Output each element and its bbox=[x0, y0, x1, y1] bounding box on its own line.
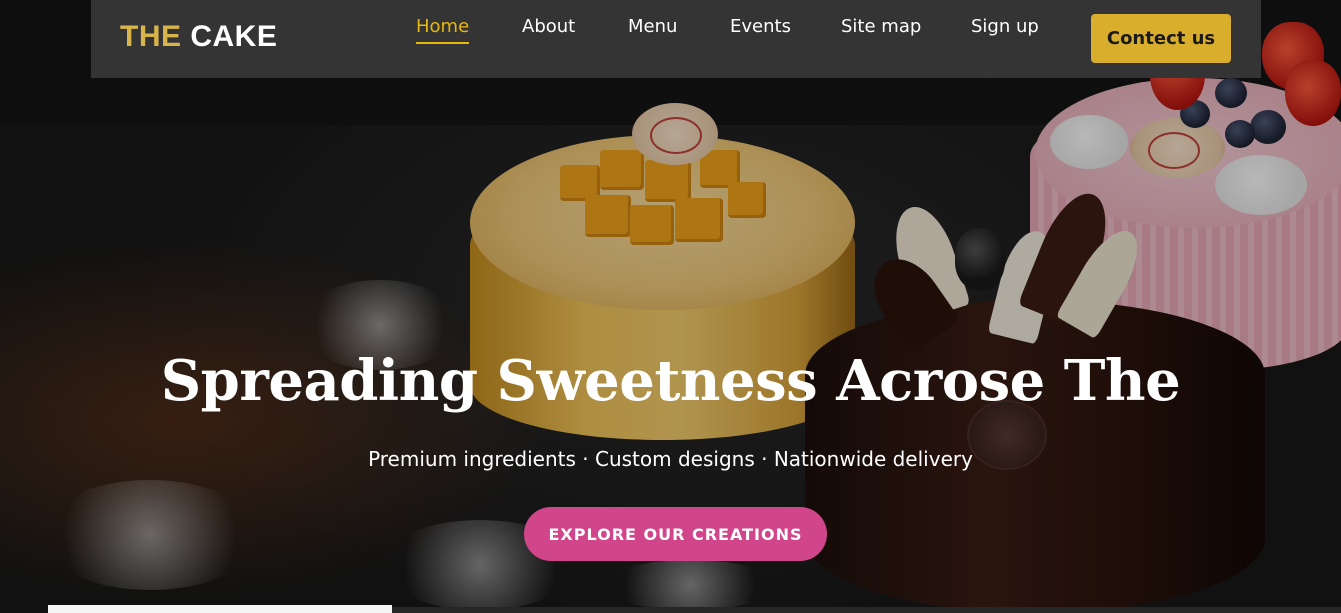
nav-link-label: About bbox=[522, 16, 576, 37]
nav-link-home[interactable]: Home bbox=[416, 16, 470, 44]
nav-link-site-map[interactable]: Site map bbox=[841, 16, 921, 37]
top-navbar: THE CAKE Home About Menu Events Site map… bbox=[91, 0, 1261, 78]
next-section-edge bbox=[48, 605, 392, 613]
hero-title: Spreading Sweetness Acrose The bbox=[160, 348, 1181, 414]
hero-subtitle: Premium ingredients · Custom designs · N… bbox=[368, 447, 973, 471]
nav-link-label: Menu bbox=[628, 16, 678, 37]
nav-link-label: Site map bbox=[841, 16, 922, 37]
contact-us-button[interactable]: Contect us bbox=[1091, 14, 1231, 63]
explore-creations-button[interactable]: EXPLORE OUR CREATIONS bbox=[524, 507, 827, 561]
nav-link-menu[interactable]: Menu bbox=[628, 16, 677, 37]
active-indicator bbox=[416, 42, 470, 44]
brand-logo-part2: CAKE bbox=[190, 20, 278, 53]
nav-link-events[interactable]: Events bbox=[730, 16, 791, 37]
nav-link-label: Home bbox=[416, 16, 470, 37]
nav-link-about[interactable]: About bbox=[522, 16, 575, 37]
brand-logo-part1: THE bbox=[120, 20, 182, 53]
brand-logo[interactable]: THE CAKE bbox=[120, 20, 277, 54]
next-section-edge-dark bbox=[392, 607, 1341, 613]
nav-link-label: Sign up bbox=[971, 16, 1039, 37]
nav-link-label: Events bbox=[730, 16, 791, 37]
nav-link-sign-up[interactable]: Sign up bbox=[971, 16, 1039, 37]
